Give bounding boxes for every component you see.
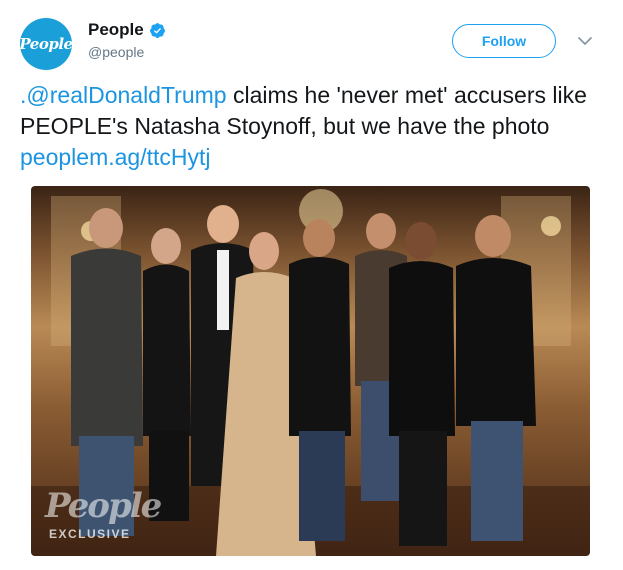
display-name[interactable]: People [88,20,166,40]
account-handle[interactable]: @people [88,44,166,60]
display-name-text: People [88,20,144,39]
tweet-header: People People @people Follow [20,14,610,70]
avatar[interactable]: People [20,18,72,70]
photo-watermark: People [45,486,162,526]
mention-link[interactable]: .@realDonaldTrump [20,82,227,108]
tweet-photo[interactable]: People EXCLUSIVE [31,186,590,556]
avatar-logo-text: People [20,35,72,53]
account-names[interactable]: People @people [88,20,166,60]
follow-button[interactable]: Follow [452,24,556,58]
tweet-url-link[interactable]: peoplem.ag/ttcHytj [20,144,210,170]
verified-badge-icon [149,22,165,38]
tweet-text: .@realDonaldTrump claims he 'never met' … [20,80,600,173]
chevron-down-icon[interactable] [576,32,594,50]
exclusive-badge: EXCLUSIVE [49,527,131,541]
